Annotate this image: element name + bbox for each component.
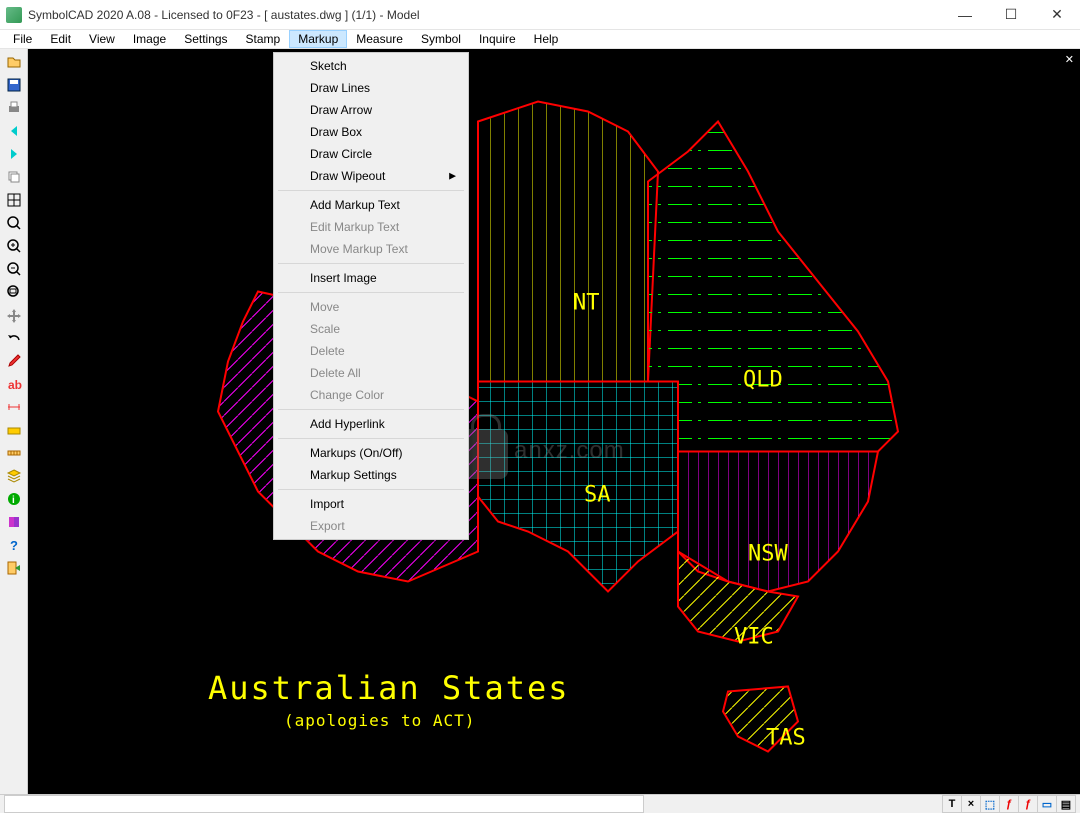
tool-grid[interactable] bbox=[2, 189, 26, 211]
submenu-arrow-icon: ▶ bbox=[449, 171, 456, 182]
state-label-nsw: NSW bbox=[748, 542, 788, 567]
left-toolbar: ab i? bbox=[0, 49, 28, 794]
tool-layers[interactable] bbox=[2, 465, 26, 487]
menu-image[interactable]: Image bbox=[124, 30, 175, 48]
menuitem-move: Move bbox=[276, 296, 466, 318]
menu-separator bbox=[278, 409, 464, 410]
menu-separator bbox=[278, 489, 464, 490]
tool-back[interactable] bbox=[2, 120, 26, 142]
state-qld bbox=[648, 122, 898, 452]
menuitem-draw-wipeout[interactable]: Draw Wipeout▶ bbox=[276, 165, 466, 187]
menu-markup[interactable]: Markup bbox=[289, 30, 347, 48]
tool-help[interactable]: ? bbox=[2, 534, 26, 556]
tool-undo[interactable] bbox=[2, 327, 26, 349]
svg-text:ab: ab bbox=[8, 378, 22, 392]
menuitem-add-hyperlink[interactable]: Add Hyperlink bbox=[276, 413, 466, 435]
maximize-button[interactable]: ☐ bbox=[988, 0, 1034, 30]
menuitem-scale: Scale bbox=[276, 318, 466, 340]
app-icon bbox=[6, 7, 22, 23]
status-icon-3[interactable]: ƒ bbox=[999, 795, 1019, 813]
status-icon-1[interactable]: × bbox=[961, 795, 981, 813]
menu-settings[interactable]: Settings bbox=[175, 30, 236, 48]
svg-text:i: i bbox=[12, 495, 15, 506]
menuitem-edit-markup-text: Edit Markup Text bbox=[276, 216, 466, 238]
menuitem-add-markup-text[interactable]: Add Markup Text bbox=[276, 194, 466, 216]
status-icon-5[interactable]: ▭ bbox=[1037, 795, 1057, 813]
menu-separator bbox=[278, 190, 464, 191]
menu-symbol[interactable]: Symbol bbox=[412, 30, 470, 48]
menu-view[interactable]: View bbox=[80, 30, 124, 48]
menuitem-draw-arrow[interactable]: Draw Arrow bbox=[276, 99, 466, 121]
menuitem-draw-box[interactable]: Draw Box bbox=[276, 121, 466, 143]
state-sa bbox=[478, 382, 678, 592]
status-icon-0[interactable]: T bbox=[942, 795, 962, 813]
tool-copy[interactable] bbox=[2, 166, 26, 188]
menu-measure[interactable]: Measure bbox=[347, 30, 412, 48]
map-title: Australian States bbox=[208, 669, 570, 707]
menuitem-export: Export bbox=[276, 515, 466, 537]
tool-print[interactable] bbox=[2, 97, 26, 119]
state-label-nt: NT bbox=[573, 291, 600, 316]
titlebar: SymbolCAD 2020 A.08 - Licensed to 0F23 -… bbox=[0, 0, 1080, 30]
state-label-tas: TAS bbox=[766, 726, 806, 751]
tool-zoom-out[interactable] bbox=[2, 258, 26, 280]
menuitem-markups-on-off-[interactable]: Markups (On/Off) bbox=[276, 442, 466, 464]
menuitem-sketch[interactable]: Sketch bbox=[276, 55, 466, 77]
menuitem-draw-circle[interactable]: Draw Circle bbox=[276, 143, 466, 165]
tool-zoom-in[interactable] bbox=[2, 235, 26, 257]
menuitem-markup-settings[interactable]: Markup Settings bbox=[276, 464, 466, 486]
status-icon-2[interactable]: ⬚ bbox=[980, 795, 1000, 813]
menuitem-change-color: Change Color bbox=[276, 384, 466, 406]
state-label-sa: SA bbox=[584, 483, 611, 508]
menu-separator bbox=[278, 292, 464, 293]
menu-separator bbox=[278, 263, 464, 264]
command-input[interactable] bbox=[4, 795, 644, 813]
menu-file[interactable]: File bbox=[4, 30, 41, 48]
menu-edit[interactable]: Edit bbox=[41, 30, 80, 48]
status-icon-6[interactable]: ▤ bbox=[1056, 795, 1076, 813]
main-area: ab i? ✕ bbox=[0, 49, 1080, 794]
menuitem-delete: Delete bbox=[276, 340, 466, 362]
canvas-close-icon[interactable]: ✕ bbox=[1065, 53, 1074, 66]
tool-save[interactable] bbox=[2, 74, 26, 96]
canvas[interactable]: ✕ bbox=[28, 49, 1080, 794]
tool-info[interactable]: i bbox=[2, 488, 26, 510]
tool-exit[interactable] bbox=[2, 557, 26, 579]
menu-separator bbox=[278, 438, 464, 439]
window-title: SymbolCAD 2020 A.08 - Licensed to 0F23 -… bbox=[28, 8, 942, 22]
map-subtitle: (apologies to ACT) bbox=[284, 711, 475, 730]
markup-dropdown: SketchDraw LinesDraw ArrowDraw BoxDraw C… bbox=[273, 52, 469, 540]
tool-zoom-window[interactable] bbox=[2, 281, 26, 303]
tool-open[interactable] bbox=[2, 51, 26, 73]
state-nt bbox=[478, 102, 658, 382]
menu-stamp[interactable]: Stamp bbox=[237, 30, 290, 48]
menuitem-insert-image[interactable]: Insert Image bbox=[276, 267, 466, 289]
tool-dimension[interactable] bbox=[2, 396, 26, 418]
close-button[interactable]: ✕ bbox=[1034, 0, 1080, 30]
tool-markup-toggle[interactable] bbox=[2, 419, 26, 441]
menuitem-import[interactable]: Import bbox=[276, 493, 466, 515]
tool-zoom-extents[interactable] bbox=[2, 212, 26, 234]
tool-forward[interactable] bbox=[2, 143, 26, 165]
menubar: FileEditViewImageSettingsStampMarkupMeas… bbox=[0, 30, 1080, 49]
state-label-vic: VIC bbox=[734, 625, 774, 650]
tool-text[interactable]: ab bbox=[2, 373, 26, 395]
menu-help[interactable]: Help bbox=[525, 30, 568, 48]
menuitem-move-markup-text: Move Markup Text bbox=[276, 238, 466, 260]
menu-inquire[interactable]: Inquire bbox=[470, 30, 525, 48]
tool-pencil[interactable] bbox=[2, 350, 26, 372]
state-label-qld: QLD bbox=[743, 368, 783, 393]
tool-measure[interactable] bbox=[2, 442, 26, 464]
tool-pan[interactable] bbox=[2, 304, 26, 326]
tool-book[interactable] bbox=[2, 511, 26, 533]
status-icon-4[interactable]: ƒ bbox=[1018, 795, 1038, 813]
svg-text:?: ? bbox=[10, 538, 18, 553]
minimize-button[interactable]: — bbox=[942, 0, 988, 30]
menuitem-draw-lines[interactable]: Draw Lines bbox=[276, 77, 466, 99]
statusbar: T×⬚ƒƒ▭▤ bbox=[0, 794, 1080, 813]
menuitem-delete-all: Delete All bbox=[276, 362, 466, 384]
